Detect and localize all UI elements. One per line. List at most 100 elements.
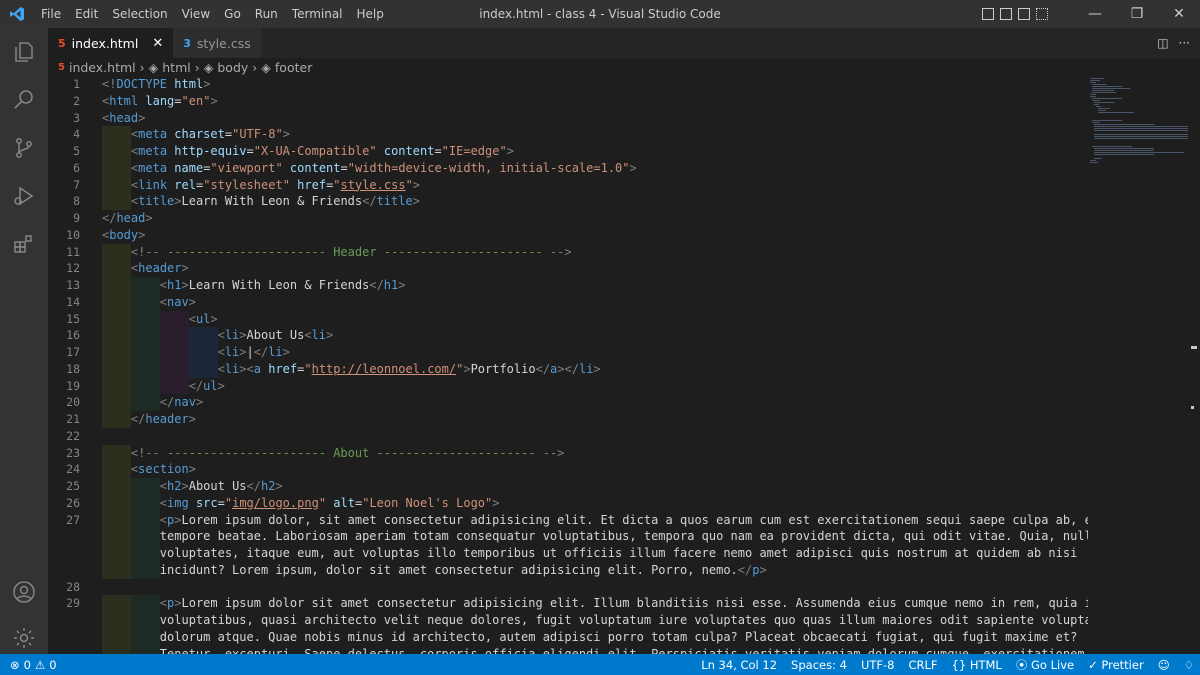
toggle-panel-icon[interactable] — [1000, 8, 1012, 20]
indentation[interactable]: Spaces: 4 — [791, 658, 847, 672]
line-number: 14 — [66, 294, 80, 309]
code-line[interactable]: <h1>Learn With Leon & Friends</h1> — [102, 277, 1088, 294]
code-text: tempore beatae. Laboriosam aperiam totam… — [102, 529, 1088, 544]
code-line[interactable]: <html lang="en"> — [102, 93, 1088, 110]
symbol-icon: ◈ — [203, 59, 214, 75]
code-line[interactable]: <p>Lorem ipsum dolor, sit amet consectet… — [102, 511, 1088, 529]
menu-edit[interactable]: Edit — [68, 0, 105, 28]
more-actions-icon[interactable]: ··· — [1179, 36, 1190, 50]
minimap[interactable] — [1088, 76, 1189, 654]
breadcrumb-footer[interactable]: footer — [275, 60, 312, 75]
problems-indicator[interactable]: ⊗ 0 ⚠ 0 — [0, 658, 57, 672]
vertical-scrollbar[interactable] — [1188, 76, 1200, 654]
code-line[interactable]: <!-- ---------------------- About ------… — [102, 444, 1088, 462]
tab-index-html[interactable]: 5 index.html ✕ — [48, 28, 174, 58]
go-live-button[interactable]: ⦿ Go Live — [1016, 657, 1074, 673]
code-line[interactable]: dolorum atque. Quae nobis minus id archi… — [102, 628, 1088, 646]
braces-icon: {} — [951, 657, 967, 672]
code-line[interactable]: </head> — [102, 210, 1088, 227]
search-icon[interactable] — [0, 76, 48, 124]
menu-view[interactable]: View — [175, 0, 217, 28]
code-line[interactable]: Tenetur, excepturi. Saepe delectus, corp… — [102, 645, 1088, 654]
menu-selection[interactable]: Selection — [105, 0, 174, 28]
code-line[interactable]: <nav> — [102, 293, 1088, 311]
restore-button[interactable]: ❐ — [1116, 0, 1158, 28]
code-line[interactable]: <p>Lorem ipsum dolor sit amet consectetu… — [102, 595, 1088, 612]
code-text: <header> — [130, 261, 189, 276]
extensions-icon[interactable] — [0, 220, 48, 268]
code-line[interactable]: tempore beatae. Laboriosam aperiam totam… — [102, 528, 1088, 545]
code-line[interactable]: <section> — [102, 461, 1088, 478]
cursor-position[interactable]: Ln 34, Col 12 — [701, 658, 777, 672]
menu-go[interactable]: Go — [217, 0, 248, 28]
breadcrumb-file[interactable]: index.html — [69, 60, 136, 75]
language-mode[interactable]: {} HTML — [952, 658, 1002, 672]
accounts-icon[interactable] — [0, 568, 48, 616]
close-tab-icon[interactable]: ✕ — [152, 36, 163, 51]
run-debug-icon[interactable] — [0, 172, 48, 220]
code-line[interactable]: incidunt? Lorem ipsum, dolor sit amet co… — [102, 561, 1088, 579]
code-line[interactable]: <img src="img/logo.png" alt="Leon Noel's… — [102, 494, 1088, 512]
code-line[interactable]: <link rel="stylesheet" href="style.css"> — [102, 176, 1088, 194]
line-number: 13 — [66, 278, 80, 292]
toggle-sidebar-icon[interactable] — [982, 8, 994, 20]
encoding[interactable]: UTF-8 — [861, 658, 895, 672]
code-line[interactable]: <header> — [102, 260, 1088, 277]
code-line[interactable]: <meta charset="UTF-8"> — [102, 126, 1088, 143]
code-line[interactable]: <li>About Us<li> — [102, 327, 1088, 344]
code-line[interactable]: <body> — [102, 227, 1088, 244]
line-number — [48, 562, 80, 579]
toggle-secondary-sidebar-icon[interactable] — [1018, 8, 1030, 20]
code-line[interactable]: <head> — [102, 110, 1088, 127]
prettier-button[interactable]: ✓ Prettier — [1088, 658, 1144, 672]
error-count: 0 — [23, 657, 31, 672]
line-ending[interactable]: CRLF — [908, 658, 937, 672]
source-control-icon[interactable] — [0, 124, 48, 172]
code-area[interactable]: <!DOCTYPE html> <html lang="en"> <head> <m… — [102, 76, 1088, 654]
activity-bar — [0, 28, 48, 654]
code-editor[interactable]: 1 2 3 4 5 6 7 8 9 10 11 12 13 14 15 16 17 18 19 20 21 22 23 24 2… — [48, 76, 1088, 654]
code-line[interactable]: <!-- ---------------------- Header -----… — [102, 243, 1088, 261]
code-line[interactable]: <ul> — [102, 310, 1088, 328]
code-line[interactable]: <!DOCTYPE html> — [102, 76, 1088, 93]
html5-icon: 5 — [58, 61, 65, 73]
code-line[interactable]: <meta http-equiv="X-UA-Compatible" conte… — [102, 143, 1088, 160]
line-number: 15 — [66, 311, 80, 326]
breadcrumb-html[interactable]: html — [162, 60, 190, 75]
code-line[interactable]: <meta name="viewport" content="width=dev… — [102, 159, 1088, 177]
explorer-icon[interactable] — [0, 28, 48, 76]
feedback-icon[interactable]: ☺ — [1158, 658, 1170, 672]
minimize-button[interactable]: — — [1074, 0, 1116, 28]
code-text: <p>Lorem ipsum dolor sit amet consectetu… — [159, 596, 1088, 611]
split-editor-icon[interactable]: ◫ — [1157, 36, 1168, 50]
code-line[interactable]: <li><a href="http://leonnoel.com/">Portf… — [102, 360, 1088, 378]
language-label: HTML — [969, 657, 1002, 672]
code-line[interactable]: </header> — [102, 411, 1088, 428]
line-number: 23 — [66, 445, 80, 460]
code-line[interactable] — [102, 579, 1088, 596]
tab-label: style.css — [196, 35, 251, 51]
code-text: </ul> — [188, 378, 225, 393]
customize-layout-icon[interactable] — [1036, 8, 1048, 20]
code-line[interactable]: <h2>About Us</h2> — [102, 478, 1088, 495]
code-line[interactable]: voluptates, itaque eum, aut voluptas ill… — [102, 545, 1088, 562]
code-line[interactable]: <title>Learn With Leon & Friends</title> — [102, 193, 1088, 210]
menu-file[interactable]: File — [34, 0, 68, 28]
code-line[interactable]: <li>|</li> — [102, 344, 1088, 361]
close-window-button[interactable]: ✕ — [1158, 0, 1200, 28]
code-text: <!DOCTYPE html> — [102, 77, 211, 91]
code-line[interactable]: </ul> — [102, 377, 1088, 395]
code-line[interactable]: voluptatibus, quasi architecto velit neq… — [102, 612, 1088, 629]
menu-run[interactable]: Run — [248, 0, 285, 28]
breadcrumb-body[interactable]: body — [217, 60, 248, 75]
code-line[interactable] — [102, 428, 1088, 445]
menu-help[interactable]: Help — [350, 0, 391, 28]
chevron-right-icon: › — [252, 59, 258, 75]
tab-style-css[interactable]: 3 style.css — [173, 28, 261, 58]
code-text: <head> — [102, 110, 146, 125]
notifications-bell-icon[interactable]: ♢ — [1184, 658, 1194, 672]
line-number: 6 — [73, 160, 80, 175]
menu-terminal[interactable]: Terminal — [285, 0, 350, 28]
code-line[interactable]: </nav> — [102, 394, 1088, 411]
title-bar: File Edit Selection View Go Run Terminal… — [0, 0, 1200, 28]
